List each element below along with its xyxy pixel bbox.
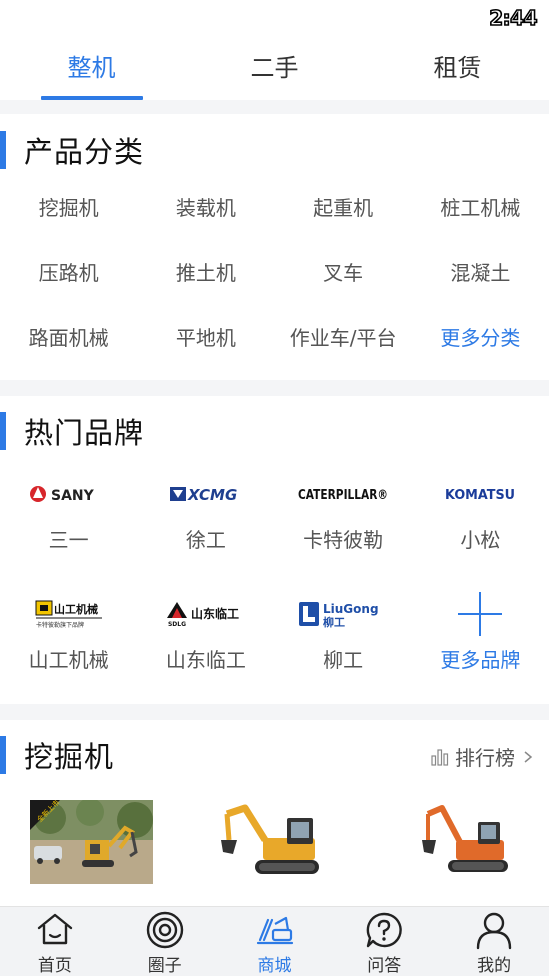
sdlg-logo: SDLG 山东临工 bbox=[137, 592, 274, 636]
category-crane[interactable]: 起重机 bbox=[275, 176, 412, 241]
tab-used[interactable]: 二手 bbox=[183, 40, 366, 100]
brand-sem[interactable]: 山工机械 卡特彼勒旗下品牌 山工机械 bbox=[0, 592, 137, 712]
svg-text:SDLG: SDLG bbox=[168, 621, 186, 628]
nav-qa[interactable]: 问答 bbox=[329, 907, 439, 976]
brand-section: 热门品牌 SANY 三一 XCMG 徐工 CATERPILLAR® 卡特彼勒 K… bbox=[0, 396, 549, 704]
product-card[interactable]: 全新上市 bbox=[30, 800, 153, 884]
section-accent-bar bbox=[0, 412, 6, 450]
section-title: 热门品牌 bbox=[24, 416, 145, 450]
divider bbox=[0, 704, 549, 720]
section-title: 产品分类 bbox=[24, 135, 145, 169]
nav-mine[interactable]: 我的 bbox=[439, 907, 549, 976]
category-grid: 挖掘机 装载机 起重机 桩工机械 压路机 推土机 叉车 混凝土 路面机械 平地机… bbox=[0, 176, 549, 371]
ranking-link[interactable]: 排行榜 bbox=[431, 742, 535, 771]
brand-name: 山东临工 bbox=[165, 648, 246, 672]
svg-text:山工机械: 山工机械 bbox=[54, 602, 98, 616]
nav-label: 圈子 bbox=[147, 956, 182, 976]
category-concrete[interactable]: 混凝土 bbox=[412, 241, 549, 306]
brand-name: 柳工 bbox=[323, 648, 364, 672]
brand-liugong[interactable]: LiuGong 柳工 柳工 bbox=[275, 592, 412, 712]
brand-name: 更多品牌 bbox=[440, 648, 521, 672]
circle-icon bbox=[146, 911, 183, 949]
status-time: 2:44 bbox=[488, 5, 538, 31]
section-accent-bar bbox=[0, 131, 6, 169]
section-header: 挖掘机 bbox=[0, 735, 114, 775]
product-card[interactable] bbox=[418, 800, 518, 884]
sany-logo: SANY bbox=[0, 472, 137, 516]
category-forklift[interactable]: 叉车 bbox=[275, 241, 412, 306]
nav-mall[interactable]: 商城 bbox=[220, 907, 330, 976]
brand-name: 徐工 bbox=[185, 528, 226, 552]
svg-text:KOMATSU: KOMATSU bbox=[445, 488, 515, 503]
caterpillar-logo: CATERPILLAR® bbox=[275, 472, 412, 516]
category-bulldozer[interactable]: 推土机 bbox=[137, 241, 274, 306]
nav-label: 商城 bbox=[257, 956, 292, 976]
svg-text:SANY: SANY bbox=[51, 488, 95, 504]
category-work-vehicle[interactable]: 作业车/平台 bbox=[275, 306, 412, 371]
xcmg-logo: XCMG bbox=[137, 472, 274, 516]
bar-chart-icon bbox=[431, 748, 449, 766]
divider bbox=[0, 100, 549, 114]
svg-text:LiuGong: LiuGong bbox=[323, 602, 379, 616]
section-accent-bar bbox=[0, 736, 6, 774]
top-tabs: 整机 二手 租赁 bbox=[0, 40, 549, 100]
section-title: 挖掘机 bbox=[24, 740, 115, 774]
category-piling[interactable]: 桩工机械 bbox=[412, 176, 549, 241]
excavator-photo: 全新上市 bbox=[30, 800, 153, 884]
category-paving[interactable]: 路面机械 bbox=[0, 306, 137, 371]
tab-rental[interactable]: 租赁 bbox=[366, 40, 549, 100]
brand-xcmg[interactable]: XCMG 徐工 bbox=[137, 472, 274, 592]
category-grader[interactable]: 平地机 bbox=[137, 306, 274, 371]
brand-caterpillar[interactable]: CATERPILLAR® 卡特彼勒 bbox=[275, 472, 412, 592]
komatsu-logo: KOMATSU bbox=[412, 472, 549, 516]
brand-name: 三一 bbox=[48, 528, 89, 552]
svg-text:柳工: 柳工 bbox=[323, 615, 345, 629]
category-section: 产品分类 挖掘机 装载机 起重机 桩工机械 压路机 推土机 叉车 混凝土 路面机… bbox=[0, 114, 549, 380]
category-loader[interactable]: 装载机 bbox=[137, 176, 274, 241]
brand-grid: SANY 三一 XCMG 徐工 CATERPILLAR® 卡特彼勒 KOMATS… bbox=[0, 472, 549, 712]
brand-komatsu[interactable]: KOMATSU 小松 bbox=[412, 472, 549, 592]
mall-icon bbox=[257, 916, 294, 945]
nav-label: 我的 bbox=[477, 956, 512, 976]
brand-name: 卡特彼勒 bbox=[303, 528, 384, 552]
ranking-label: 排行榜 bbox=[455, 746, 515, 770]
home-icon bbox=[37, 913, 73, 945]
svg-text:山东临工: 山东临工 bbox=[191, 606, 239, 621]
excavator-section: 挖掘机 排行榜 全新上市 bbox=[0, 720, 549, 906]
svg-text:XCMG: XCMG bbox=[187, 486, 237, 504]
plus-icon bbox=[412, 592, 549, 636]
brand-name: 山工机械 bbox=[28, 648, 109, 672]
more-brands-link[interactable]: 更多品牌 bbox=[412, 592, 549, 712]
bottom-nav: 首页 圈子 商城 问答 我的 bbox=[0, 906, 549, 976]
question-icon bbox=[366, 912, 403, 948]
section-header: 热门品牌 bbox=[0, 411, 144, 451]
chevron-right-icon bbox=[524, 750, 533, 763]
excavator-image bbox=[422, 805, 508, 872]
category-excavator[interactable]: 挖掘机 bbox=[0, 176, 137, 241]
nav-label: 首页 bbox=[37, 956, 72, 976]
svg-text:卡特彼勒旗下品牌: 卡特彼勒旗下品牌 bbox=[36, 621, 84, 629]
nav-home[interactable]: 首页 bbox=[0, 907, 110, 976]
brand-name: 小松 bbox=[460, 528, 501, 552]
divider bbox=[0, 380, 549, 396]
liugong-logo: LiuGong 柳工 bbox=[275, 592, 412, 636]
status-bar: 2:44 bbox=[0, 0, 549, 40]
more-categories-link[interactable]: 更多分类 bbox=[412, 306, 549, 371]
nav-circle[interactable]: 圈子 bbox=[110, 907, 220, 976]
product-row: 全新上市 bbox=[0, 800, 549, 900]
brand-sany[interactable]: SANY 三一 bbox=[0, 472, 137, 592]
brand-sdlg[interactable]: SDLG 山东临工 山东临工 bbox=[137, 592, 274, 712]
product-card[interactable] bbox=[215, 800, 330, 884]
tab-new-machine[interactable]: 整机 bbox=[0, 40, 183, 100]
nav-label: 问答 bbox=[367, 956, 402, 976]
user-icon bbox=[476, 912, 512, 950]
category-roller[interactable]: 压路机 bbox=[0, 241, 137, 306]
section-header: 产品分类 bbox=[0, 130, 144, 170]
svg-text:CATERPILLAR®: CATERPILLAR® bbox=[298, 488, 388, 503]
excavator-image bbox=[221, 804, 319, 874]
sem-logo: 山工机械 卡特彼勒旗下品牌 bbox=[0, 592, 137, 636]
